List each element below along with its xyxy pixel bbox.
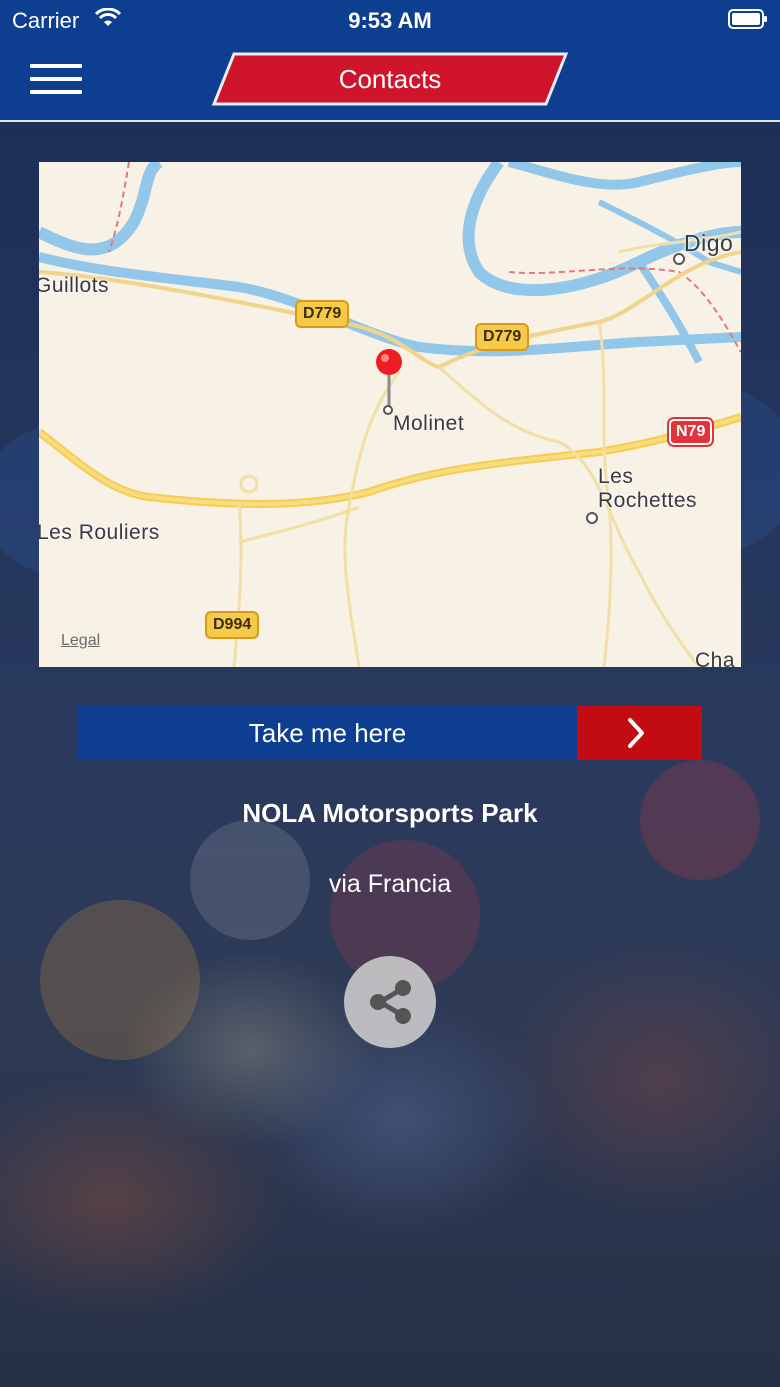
place-address: via Francia [328, 870, 452, 898]
map-label-les-rochettes-1: Les [598, 465, 634, 488]
hamburger-icon[interactable] [30, 64, 82, 96]
status-bar: Carrier 9:53 AM [0, 0, 780, 40]
map-label-les-rouliers: Les Rouliers [39, 521, 160, 544]
map-label-guillots: Guillots [39, 274, 110, 297]
share-button[interactable] [344, 956, 436, 1048]
map-pin-icon[interactable] [375, 348, 403, 418]
share-icon [370, 980, 411, 1024]
nav-bar: Contacts [0, 40, 780, 122]
page-title: Contacts [338, 64, 442, 94]
take-me-here-label[interactable]: Take me here [78, 706, 577, 760]
road-shield-n79: N79 [666, 417, 715, 447]
page-title-badge: Contacts [212, 52, 568, 106]
map-label-les-rochettes-2: Rochettes [598, 489, 698, 512]
road-shield-d994: D994 [205, 611, 260, 639]
chevron-right-icon[interactable] [577, 706, 702, 760]
map-label-cha: Cha [695, 649, 736, 667]
clock: 9:53 AM [348, 8, 432, 33]
battery-icon [728, 9, 768, 29]
map-label-molinet: Molinet [393, 412, 465, 435]
map-legal-link[interactable]: Legal [61, 632, 100, 650]
road-shield-d779: D779 [475, 323, 530, 351]
take-me-here-button[interactable]: Take me here [78, 706, 702, 760]
map-label-digoin: Digo [684, 230, 734, 256]
place-name: NOLA Motorsports Park [242, 798, 538, 828]
map-view[interactable]: Guillots Digo Molinet Les Rochettes Les … [39, 162, 741, 667]
road-shield-d779: D779 [295, 300, 350, 328]
